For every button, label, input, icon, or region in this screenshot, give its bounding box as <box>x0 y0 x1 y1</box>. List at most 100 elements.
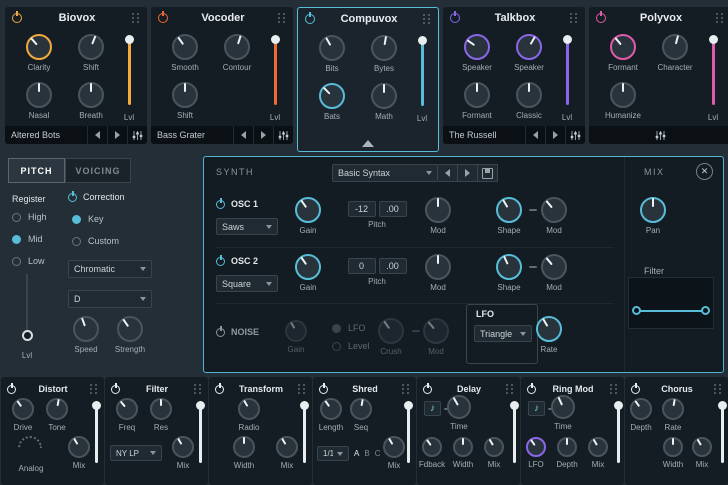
power-icon[interactable] <box>305 14 315 24</box>
osc2-pitch-mod-knob[interactable] <box>425 254 451 280</box>
ringmod-sync-note-icon[interactable] <box>528 401 545 416</box>
pitch-level-slider[interactable] <box>21 274 33 336</box>
speed-knob[interactable] <box>73 316 99 342</box>
classic-knob[interactable] <box>516 82 542 108</box>
preset-prev-button[interactable] <box>87 126 107 144</box>
power-icon[interactable] <box>111 385 120 394</box>
register-option-high[interactable]: High <box>12 212 47 222</box>
depth-knob[interactable] <box>557 437 577 457</box>
power-icon[interactable] <box>7 385 16 394</box>
analog-mode-selector[interactable] <box>18 436 42 448</box>
osc1-pitch-mod-knob[interactable] <box>425 197 451 223</box>
noise-gain-knob[interactable] <box>285 320 307 342</box>
feedback-knob[interactable] <box>422 437 442 457</box>
bytes-knob[interactable] <box>371 35 397 61</box>
module-mixer-button[interactable] <box>127 126 147 144</box>
fx-level-slider[interactable] <box>194 403 206 463</box>
osc2-pitch-semitones-field[interactable]: 0 <box>348 258 376 274</box>
drag-handle-icon[interactable] <box>714 383 722 395</box>
seq-pattern-b-button[interactable]: B <box>364 449 369 458</box>
radio-icon[interactable] <box>12 235 21 244</box>
osc2-pitch-cents-field[interactable]: .00 <box>379 258 407 274</box>
osc2-shape-knob[interactable] <box>496 254 522 280</box>
fx-level-slider[interactable] <box>508 403 520 463</box>
register-option-mid[interactable]: Mid <box>12 234 43 244</box>
synth-preset-dropdown[interactable]: Basic Syntax <box>332 164 438 182</box>
width-knob[interactable] <box>663 437 683 457</box>
tone-knob[interactable] <box>46 398 68 420</box>
synth-preset-save-button[interactable] <box>478 164 498 182</box>
formant-knob[interactable] <box>464 82 490 108</box>
fx-level-slider[interactable] <box>716 403 728 463</box>
depth-knob[interactable] <box>630 398 652 420</box>
drag-handle-icon[interactable] <box>278 12 286 24</box>
speaker-1-knob[interactable] <box>464 34 490 60</box>
preset-next-button[interactable] <box>107 126 127 144</box>
lfo-wave-dropdown[interactable]: Triangle <box>474 325 532 342</box>
speaker-2-knob[interactable] <box>516 34 542 60</box>
noise-power-icon[interactable] <box>216 328 225 337</box>
math-knob[interactable] <box>371 83 397 109</box>
lfo-rate-knob[interactable] <box>536 316 562 342</box>
smooth-knob[interactable] <box>172 34 198 60</box>
shift-knob[interactable] <box>78 34 104 60</box>
radio-icon[interactable] <box>332 324 341 333</box>
power-icon[interactable] <box>527 385 536 394</box>
osc2-gain-knob[interactable] <box>295 254 321 280</box>
osc2-wave-dropdown[interactable]: Square <box>216 275 278 292</box>
module-mixer-button[interactable] <box>565 126 585 144</box>
drag-handle-icon[interactable] <box>423 13 431 25</box>
osc1-power-icon[interactable] <box>216 200 225 209</box>
collapse-panel-arrow-icon[interactable] <box>362 140 374 147</box>
correction-option-custom[interactable]: Custom <box>72 236 119 246</box>
power-icon[interactable] <box>319 385 328 394</box>
radio-knob[interactable] <box>238 398 260 420</box>
radio-icon[interactable] <box>72 237 81 246</box>
osc1-pitch-semitones-field[interactable]: -12 <box>348 201 376 217</box>
filter-low-node[interactable] <box>632 306 641 315</box>
osc2-shape-mod-knob[interactable] <box>541 254 567 280</box>
drag-handle-icon[interactable] <box>716 12 724 24</box>
level-slider[interactable] <box>123 37 135 105</box>
power-icon[interactable] <box>12 13 22 23</box>
lfo-knob[interactable] <box>526 437 546 457</box>
fx-level-slider[interactable] <box>402 403 414 463</box>
level-slider[interactable] <box>416 38 428 106</box>
level-slider[interactable] <box>707 37 719 105</box>
delay-sync-note-icon[interactable] <box>424 401 441 416</box>
length-knob[interactable] <box>320 398 342 420</box>
preset-prev-button[interactable] <box>525 126 545 144</box>
power-icon[interactable] <box>215 385 224 394</box>
preset-next-button[interactable] <box>253 126 273 144</box>
radio-icon[interactable] <box>12 257 21 266</box>
mix-knob[interactable] <box>68 436 90 458</box>
preset-name[interactable]: Altered Bots <box>5 130 87 140</box>
width-knob[interactable] <box>453 437 473 457</box>
mix-knob[interactable] <box>276 436 298 458</box>
formant-knob[interactable] <box>610 34 636 60</box>
shift-knob[interactable] <box>172 82 198 108</box>
osc1-shape-mod-knob[interactable] <box>541 197 567 223</box>
filter-graph[interactable] <box>628 277 714 329</box>
character-knob[interactable] <box>662 34 688 60</box>
width-knob[interactable] <box>233 436 255 458</box>
osc1-pitch-cents-field[interactable]: .00 <box>379 201 407 217</box>
res-knob[interactable] <box>150 398 172 420</box>
tab-pitch[interactable]: PITCH <box>8 158 65 183</box>
radio-icon[interactable] <box>332 342 341 351</box>
drive-knob[interactable] <box>12 398 34 420</box>
radio-icon[interactable] <box>72 215 81 224</box>
fx-level-slider[interactable] <box>612 403 624 463</box>
preset-name[interactable]: Bass Grater <box>151 130 233 140</box>
drag-handle-icon[interactable] <box>132 12 140 24</box>
correction-option-key[interactable]: Key <box>72 214 104 224</box>
clarity-knob[interactable] <box>26 34 52 60</box>
power-icon[interactable] <box>423 385 432 394</box>
power-icon[interactable] <box>596 13 606 23</box>
fx-level-slider[interactable] <box>90 403 102 463</box>
drag-handle-icon[interactable] <box>90 383 98 395</box>
register-option-low[interactable]: Low <box>12 256 45 266</box>
seq-knob[interactable] <box>350 398 372 420</box>
tab-voicing[interactable]: VOICING <box>65 158 131 183</box>
module-mixer-button[interactable] <box>650 126 670 144</box>
